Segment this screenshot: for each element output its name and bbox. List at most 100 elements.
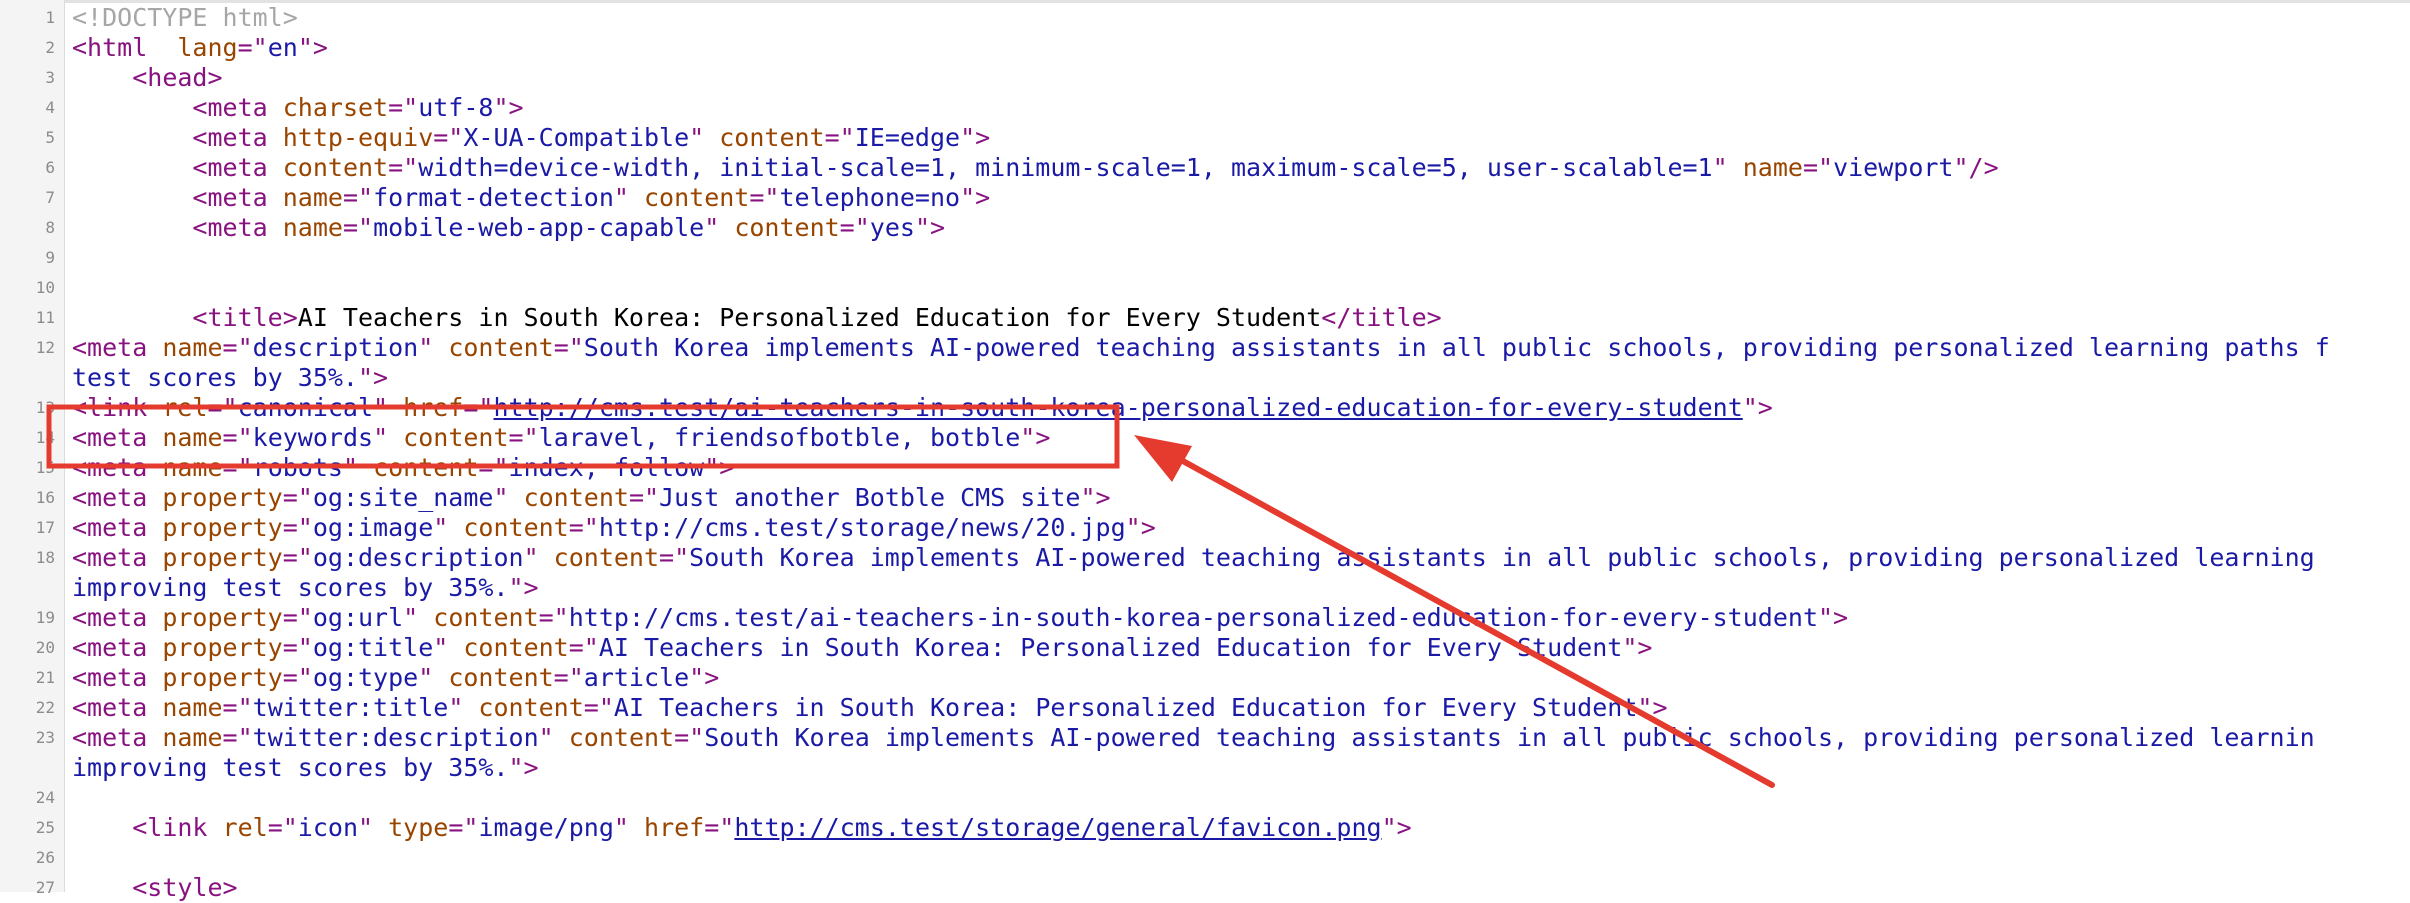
line-number: 17: [35, 518, 55, 537]
code-token: =": [463, 393, 494, 422]
code-token: ": [433, 633, 464, 662]
code-token: =": [568, 513, 599, 542]
code-token: =": [388, 153, 419, 182]
code-text: <meta name="description" content="South …: [72, 333, 2330, 363]
code-token: ">: [508, 753, 539, 782]
code-token: =": [222, 333, 253, 362]
code-text: <meta content="width=device-width, initi…: [72, 153, 1998, 183]
line-number: [0, 363, 55, 393]
code-token: ">: [1381, 813, 1412, 842]
code-token: http://cms.test/storage/news/20.jpg: [598, 513, 1126, 542]
code-token: =": [282, 513, 313, 542]
code-token: ": [538, 723, 569, 752]
code-token: name: [282, 213, 343, 242]
line-number: 16: [35, 488, 55, 507]
line-number: 15: [35, 458, 55, 477]
code-line: 8 <meta name="mobile-web-app-capable" co…: [0, 213, 2410, 243]
code-token: =": [553, 333, 584, 362]
line-number: 6: [45, 158, 55, 177]
code-token: ": [448, 693, 479, 722]
code-token: twitter:title: [252, 693, 449, 722]
code-line-continuation: improving test scores by 35%.">: [0, 753, 2410, 783]
code-token: property: [162, 483, 283, 512]
code-token: improving test scores by 35%.: [72, 573, 509, 602]
line-number: 5: [45, 128, 55, 147]
code-token: <meta: [72, 723, 163, 752]
code-token: content: [448, 663, 554, 692]
code-text: <meta name="format-detection" content="t…: [72, 183, 990, 213]
code-token: =": [704, 813, 735, 842]
line-number: 1: [45, 8, 55, 27]
code-token: article: [583, 663, 690, 692]
code-text: <link rel="canonical" href="http://cms.t…: [72, 393, 1773, 423]
code-token: name: [162, 453, 223, 482]
code-token: X-UA-Compatible: [463, 123, 690, 152]
code-token: ">: [1818, 603, 1849, 632]
code-text: <!DOCTYPE html>: [72, 3, 298, 33]
source-link[interactable]: http://cms.test/ai-teachers-in-south-kor…: [493, 393, 1742, 422]
code-token: =": [448, 813, 479, 842]
line-number: 20: [35, 638, 55, 657]
code-token: og:site_name: [312, 483, 494, 512]
code-line: 3 <head>: [0, 63, 2410, 93]
code-line: 17 <meta property="og:image" content="htt…: [0, 513, 2410, 543]
code-line: 22 <meta name="twitter:title" content="AI…: [0, 693, 2410, 723]
code-token: =": [222, 723, 253, 752]
code-token: ">: [960, 183, 991, 212]
code-token: http://cms.test/ai-teachers-in-south-kor…: [568, 603, 1818, 632]
code-token: <title>: [192, 303, 298, 332]
code-token: name: [282, 183, 343, 212]
code-token: AI Teachers in South Korea: Personalized…: [613, 693, 1638, 722]
code-token: <html: [72, 33, 148, 62]
code-token: AI Teachers in South Korea: Personalized…: [598, 633, 1623, 662]
code-token: ": [373, 393, 404, 422]
code-text: <meta property="og:description" content=…: [72, 543, 2315, 573]
code-text: <title>AI Teachers in South Korea: Perso…: [72, 303, 1442, 333]
line-number: 12: [35, 338, 55, 357]
code-token: <meta: [192, 153, 283, 182]
code-line: 13 <link rel="canonical" href="http://cms…: [0, 393, 2410, 423]
code-line: 25 <link rel="icon" type="image/png" hre…: [0, 813, 2410, 843]
code-token: ">: [508, 573, 539, 602]
code-token: =": [749, 183, 780, 212]
source-code-view[interactable]: 1 <!DOCTYPE html> 2 <html lang="en"> 3 <head…: [0, 3, 2410, 902]
code-line: 7 <meta name="format-detection" content=…: [0, 183, 2410, 213]
code-token: twitter:description: [252, 723, 539, 752]
code-token: ">: [1080, 483, 1111, 512]
source-link[interactable]: http://cms.test/storage/general/favicon.…: [734, 813, 1381, 842]
code-token: robots: [252, 453, 343, 482]
code-token: index, follow: [508, 453, 705, 482]
code-token: =": [538, 603, 569, 632]
code-token: =": [388, 93, 419, 122]
code-line: 6 <meta content="width=device-width, ini…: [0, 153, 2410, 183]
code-token: ">: [297, 33, 328, 62]
code-token: </title>: [1321, 303, 1442, 332]
code-token: icon: [297, 813, 359, 842]
code-line: 15 <meta name="robots" content="index, fo…: [0, 453, 2410, 483]
code-line: 24: [0, 783, 2410, 813]
code-text: <meta name="mobile-web-app-capable" cont…: [72, 213, 945, 243]
code-line: 26: [0, 843, 2410, 873]
code-token: content: [373, 453, 479, 482]
code-token: ">: [357, 363, 389, 392]
code-token: =": [282, 603, 313, 632]
code-token: AI Teachers in South Korea: Personalized…: [297, 303, 1322, 332]
code-token: ": [433, 513, 464, 542]
code-text: <meta name="twitter:title" content="AI T…: [72, 693, 1668, 723]
code-token: =": [628, 483, 660, 512]
code-token: ">: [1622, 633, 1653, 662]
code-text: <head>: [72, 63, 222, 93]
code-line: 9: [0, 243, 2410, 273]
code-token: content: [523, 483, 629, 512]
code-token: <meta: [72, 453, 163, 482]
code-token: <meta: [72, 513, 163, 542]
line-number: 22: [35, 698, 55, 717]
code-line: 12 <meta name="description" content="Sout…: [0, 333, 2410, 363]
code-token: =": [553, 663, 584, 692]
code-token: improving test scores by 35%.: [72, 753, 509, 782]
